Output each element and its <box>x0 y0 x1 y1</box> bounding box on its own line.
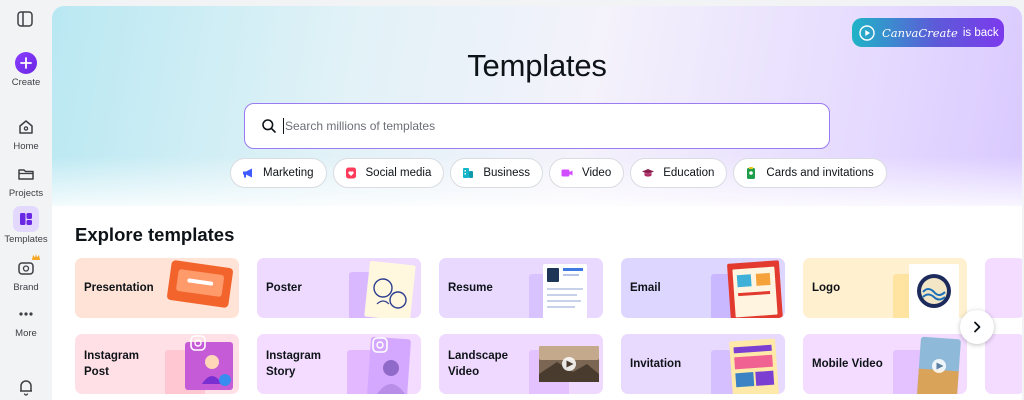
sidebar-item-label: Home <box>13 141 39 152</box>
chip-label: Marketing <box>263 167 314 179</box>
explore-templates-heading: Explore templates <box>75 224 235 245</box>
card-label: Resume <box>448 282 493 294</box>
play-circle-icon <box>859 24 875 41</box>
home-icon <box>19 120 33 134</box>
mobile-video-thumbnail <box>893 336 961 394</box>
sidebar-toggle-icon[interactable] <box>16 10 34 28</box>
chevron-right-icon <box>974 321 981 333</box>
card-label: Mobile Video <box>812 358 883 370</box>
chip-cards-and-invitations[interactable]: Cards and invitations <box>733 158 887 188</box>
search-input[interactable] <box>285 119 765 133</box>
sidebar: Create Home Projects Templates Brand Mor… <box>0 0 52 400</box>
template-card-instagram-post[interactable]: Instagram Post <box>75 334 239 394</box>
sidebar-item-label: Brand <box>13 282 39 293</box>
invitation-thumbnail <box>711 338 779 394</box>
template-card-invitation[interactable]: Invitation <box>621 334 785 394</box>
folder-icon <box>18 169 34 180</box>
template-card-landscape-video[interactable]: Landscape Video <box>439 334 603 394</box>
text-caret <box>283 118 284 134</box>
template-card-mobile-video[interactable]: Mobile Video <box>803 334 967 394</box>
plus-icon <box>15 52 37 74</box>
chip-label: Video <box>582 167 612 179</box>
chip-label: Cards and invitations <box>766 167 874 179</box>
card-icon <box>747 167 756 179</box>
template-card-logo[interactable]: Logo <box>803 258 967 318</box>
instagram-post-thumbnail <box>165 335 233 394</box>
chip-marketing[interactable]: Marketing <box>230 158 327 188</box>
sidebar-item-brand[interactable]: Brand <box>0 254 52 293</box>
sidebar-item-projects[interactable]: Projects <box>0 163 52 199</box>
presentation-thumbnail <box>167 260 233 308</box>
template-card-resume[interactable]: Resume <box>439 258 603 318</box>
category-chips: Marketing Social media Business Video Ed… <box>230 158 887 188</box>
sidebar-item-label: Projects <box>8 188 44 199</box>
template-card-instagram-story[interactable]: Instagram Story <box>257 334 421 394</box>
sidebar-item-create[interactable]: Create <box>0 52 52 88</box>
template-card-partial[interactable] <box>985 334 1022 394</box>
search-icon <box>262 119 276 133</box>
chip-video[interactable]: Video <box>549 158 625 188</box>
chip-label: Education <box>663 167 715 179</box>
card-label: Email <box>630 282 661 294</box>
instagram-story-thumbnail <box>347 336 411 394</box>
chip-education[interactable]: Education <box>630 158 728 188</box>
more-dots-icon <box>19 312 33 316</box>
chip-social-media[interactable]: Social media <box>332 158 445 188</box>
template-card-presentation[interactable]: Presentation <box>75 258 239 318</box>
crown-icon <box>32 254 40 260</box>
video-camera-icon <box>561 169 573 177</box>
card-label: Instagram Story <box>266 350 321 378</box>
templates-icon <box>13 206 39 232</box>
chip-label: Business <box>483 167 531 179</box>
email-thumbnail <box>711 260 783 318</box>
card-label: Presentation <box>84 282 154 294</box>
search-bar[interactable] <box>244 103 830 149</box>
page-title: Templates <box>467 48 607 83</box>
sidebar-item-label: More <box>15 328 37 339</box>
chip-label: Social media <box>365 167 432 179</box>
carousel-next-button[interactable] <box>960 310 994 344</box>
sidebar-item-home[interactable]: Home <box>0 116 52 152</box>
template-card-poster[interactable]: Poster <box>257 258 421 318</box>
promo-text: is back <box>962 26 999 39</box>
sidebar-item-more[interactable]: More <box>0 303 52 339</box>
card-label: Landscape Video <box>448 350 509 378</box>
megaphone-icon <box>243 168 252 178</box>
sidebar-item-label: Templates <box>4 234 48 245</box>
canva-create-promo-button[interactable]: CanvaCreate is back <box>852 18 1004 47</box>
bell-icon <box>20 380 32 396</box>
card-label: Logo <box>812 282 841 294</box>
heart-badge-icon <box>345 167 356 179</box>
logo-thumbnail <box>893 264 959 318</box>
main-panel: CanvaCreate is back Templates Marketing … <box>52 6 1022 400</box>
resume-thumbnail <box>529 264 587 318</box>
template-card-partial[interactable] <box>985 258 1022 318</box>
sidebar-item-templates[interactable]: Templates <box>0 206 52 245</box>
sidebar-item-notifications[interactable] <box>0 376 52 398</box>
landscape-video-thumbnail <box>529 346 599 394</box>
card-label: Invitation <box>630 358 682 370</box>
template-card-email[interactable]: Email <box>621 258 785 318</box>
chip-business[interactable]: Business <box>450 158 544 188</box>
briefcase-icon <box>463 168 474 178</box>
promo-brand: CanvaCreate <box>882 25 958 40</box>
card-label: Instagram Post <box>84 350 139 378</box>
card-label: Poster <box>266 282 302 294</box>
graduation-cap-icon <box>642 169 655 177</box>
sidebar-item-label: Create <box>11 77 41 88</box>
poster-thumbnail <box>349 260 416 318</box>
